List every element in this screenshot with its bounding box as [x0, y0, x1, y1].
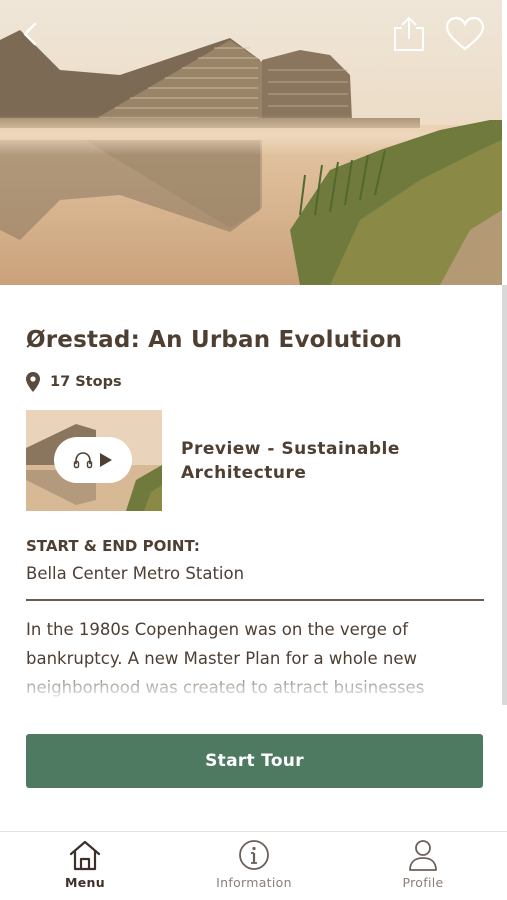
- audio-preview[interactable]: Preview - Sustainable Architecture: [26, 410, 484, 511]
- divider: [26, 599, 484, 601]
- preview-label: Preview - Sustainable Architecture: [181, 437, 400, 485]
- start-end-value: Bella Center Metro Station: [26, 564, 245, 583]
- back-button[interactable]: [14, 16, 46, 52]
- hero-image: [0, 0, 502, 285]
- preview-label-line1: Preview - Sustainable: [181, 438, 400, 459]
- preview-thumbnail: [26, 410, 162, 511]
- start-end-heading: START & END POINT:: [26, 537, 200, 555]
- profile-icon: [409, 840, 437, 871]
- heart-icon: [445, 16, 485, 51]
- chevron-left-icon: [23, 22, 37, 46]
- favorite-button[interactable]: [441, 12, 489, 56]
- location-pin-icon: [26, 372, 40, 392]
- share-icon: [394, 16, 424, 51]
- start-tour-button[interactable]: Start Tour: [26, 734, 483, 788]
- tour-title: Ørestad: An Urban Evolution: [26, 327, 403, 353]
- play-audio-button[interactable]: [54, 437, 132, 483]
- stops-row: 17 Stops: [26, 370, 484, 394]
- stops-count: 17 Stops: [50, 374, 122, 390]
- share-button[interactable]: [386, 12, 432, 56]
- scrollbar[interactable]: [502, 285, 507, 705]
- tab-profile-label: Profile: [402, 875, 444, 890]
- description: In the 1980s Copenhagen was on the verge…: [26, 615, 484, 701]
- play-icon: [100, 453, 112, 467]
- info-icon: [239, 840, 269, 870]
- headphones-icon: [73, 452, 93, 469]
- description-fade: [26, 667, 484, 701]
- home-icon: [69, 840, 101, 871]
- tab-menu[interactable]: Menu: [25, 832, 145, 900]
- start-tour-label: Start Tour: [205, 751, 304, 771]
- tab-bar: Menu Information Profile: [0, 831, 507, 900]
- tab-information[interactable]: Information: [194, 832, 314, 900]
- tab-profile[interactable]: Profile: [363, 832, 483, 900]
- preview-label-line2: Architecture: [181, 462, 307, 483]
- tab-information-label: Information: [216, 875, 292, 890]
- tour-details: Ørestad: An Urban Evolution 17 Stops Pre…: [26, 320, 484, 601]
- tab-menu-label: Menu: [65, 875, 105, 890]
